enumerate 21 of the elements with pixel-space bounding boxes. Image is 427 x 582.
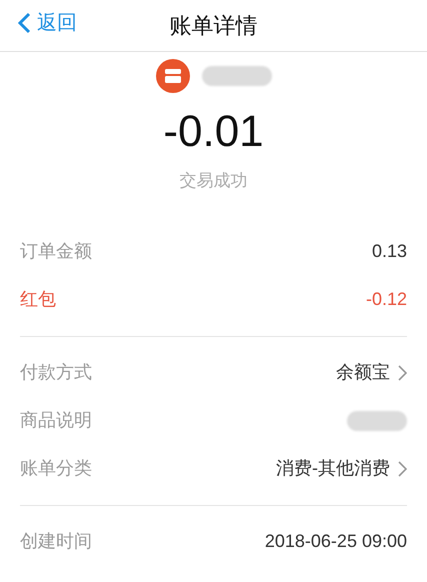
row-label: 商品说明 — [20, 409, 92, 432]
status-text: 交易成功 — [180, 170, 248, 192]
row-link[interactable]: 消费-其他消费 — [276, 455, 407, 482]
row-label: 创建时间 — [20, 530, 92, 553]
back-chevron-icon — [18, 12, 31, 34]
shop-icon — [156, 59, 190, 93]
page-title: 账单详情 — [170, 12, 258, 40]
redacted-value — [347, 410, 407, 430]
row-label: 红包 — [20, 288, 56, 311]
row-value: 0.13 — [372, 240, 407, 263]
row-value: -0.12 — [366, 288, 407, 311]
row-label: 账单分类 — [20, 457, 92, 480]
chevron-right-icon — [398, 460, 407, 476]
chevron-right-icon — [398, 364, 407, 380]
row-link[interactable]: 余额宝 — [336, 359, 407, 386]
row-label: 订单金额 — [20, 240, 92, 263]
row-value: 余额宝 — [336, 361, 390, 384]
amount: -0.01 — [163, 106, 264, 158]
row-value: 2018-06-25 09:00 — [264, 530, 407, 553]
row-label: 付款方式 — [20, 361, 92, 384]
row-value: 消费-其他消费 — [276, 457, 390, 480]
